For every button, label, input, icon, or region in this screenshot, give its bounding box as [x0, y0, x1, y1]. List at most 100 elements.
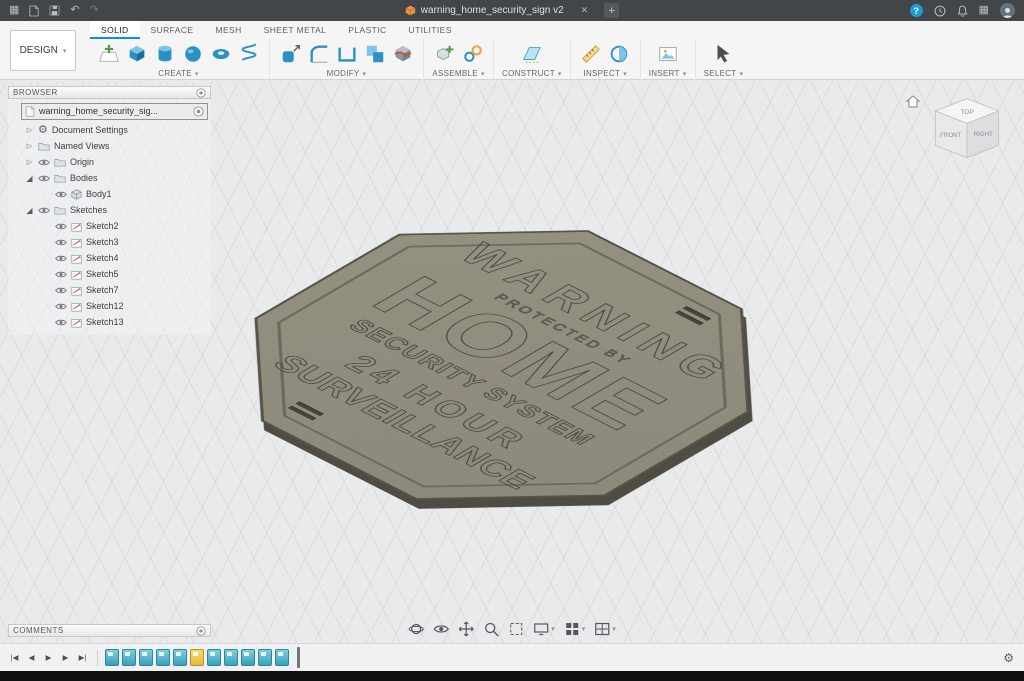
visibility-eye-icon[interactable]: [55, 286, 67, 295]
visibility-eye-icon[interactable]: [38, 158, 50, 167]
timeline-feature-sketch-icon[interactable]: [258, 649, 272, 666]
visibility-eye-icon[interactable]: [55, 190, 67, 199]
job-status-clock-icon[interactable]: [934, 5, 946, 17]
browser-item-sketch2[interactable]: Sketch2: [8, 218, 211, 234]
tab-utilities[interactable]: UTILITIES: [398, 21, 463, 39]
group-label-create[interactable]: CREATE ▾: [158, 69, 198, 78]
browser-item-bodies[interactable]: ◢ Bodies: [8, 170, 211, 186]
comments-panel-header[interactable]: COMMENTS: [8, 624, 211, 637]
tab-mesh[interactable]: MESH: [204, 21, 252, 39]
display-settings-button[interactable]: ▾: [533, 621, 555, 637]
home-icon[interactable]: [906, 95, 920, 108]
timeline-feature-sketch-icon[interactable]: [156, 649, 170, 666]
notifications-bell-icon[interactable]: [957, 5, 968, 17]
timeline-feature-sketch-icon[interactable]: [122, 649, 136, 666]
view-cube-front-label[interactable]: FRONT: [940, 132, 962, 139]
expand-caret-icon[interactable]: ▷: [25, 142, 34, 150]
file-icon[interactable]: [29, 5, 39, 17]
grid-settings-button[interactable]: ▾: [564, 621, 586, 637]
group-label-inspect[interactable]: INSPECT ▾: [583, 69, 627, 78]
user-avatar[interactable]: [1000, 3, 1015, 18]
browser-item-sketch4[interactable]: Sketch4: [8, 250, 211, 266]
browser-item-sketch3[interactable]: Sketch3: [8, 234, 211, 250]
browser-item-origin[interactable]: ▷ Origin: [8, 154, 211, 170]
zoom-icon[interactable]: [483, 621, 499, 637]
view-cube-graphic[interactable]: TOP FRONT RIGHT: [924, 89, 1010, 175]
browser-item-sketch5[interactable]: Sketch5: [8, 266, 211, 282]
press-pull-icon[interactable]: [278, 41, 303, 66]
viewports-button[interactable]: ▾: [594, 621, 616, 637]
visibility-eye-icon[interactable]: [38, 174, 50, 183]
browser-item-sketches[interactable]: ◢ Sketches: [8, 202, 211, 218]
construction-plane-icon[interactable]: [519, 41, 544, 66]
play-button[interactable]: ▶: [41, 650, 56, 665]
fillet-icon[interactable]: [306, 41, 331, 66]
collapse-panel-icon[interactable]: [196, 626, 206, 636]
timeline-feature-sketch-icon[interactable]: [275, 649, 289, 666]
new-component-icon[interactable]: [432, 41, 457, 66]
activate-component-radio[interactable]: [193, 106, 204, 117]
group-label-modify[interactable]: MODIFY ▾: [327, 69, 367, 78]
help-icon[interactable]: ?: [910, 4, 923, 17]
tab-sheet-metal[interactable]: SHEET METAL: [253, 21, 338, 39]
orbit-icon[interactable]: [408, 621, 424, 637]
group-label-select[interactable]: SELECT ▾: [704, 69, 744, 78]
new-tab-button[interactable]: +: [604, 3, 619, 18]
browser-item-document-settings[interactable]: ▷ ⚙ Document Settings: [8, 122, 211, 138]
view-cube[interactable]: TOP FRONT RIGHT: [906, 89, 1010, 177]
step-forward-button[interactable]: ▶: [58, 650, 73, 665]
select-cursor-icon[interactable]: [711, 41, 736, 66]
section-analysis-icon[interactable]: [607, 41, 632, 66]
view-cube-right-label[interactable]: RIGHT: [974, 131, 994, 138]
combine-icon[interactable]: [362, 41, 387, 66]
timeline-feature-sketch-icon[interactable]: [207, 649, 221, 666]
browser-panel-header[interactable]: BROWSER: [8, 86, 211, 99]
cylinder-icon[interactable]: [152, 41, 177, 66]
group-label-assemble[interactable]: ASSEMBLE ▾: [432, 69, 484, 78]
insert-canvas-icon[interactable]: [655, 41, 680, 66]
split-body-icon[interactable]: [390, 41, 415, 66]
tab-surface[interactable]: SURFACE: [140, 21, 205, 39]
collapse-caret-icon[interactable]: ◢: [25, 206, 34, 215]
browser-root-item[interactable]: warning_home_security_sig...: [21, 103, 208, 120]
timeline-feature-current-icon[interactable]: [190, 649, 204, 666]
shell-icon[interactable]: [334, 41, 359, 66]
timeline-feature-sketch-icon[interactable]: [139, 649, 153, 666]
joint-icon[interactable]: [460, 41, 485, 66]
group-label-construct[interactable]: CONSTRUCT ▾: [502, 69, 562, 78]
timeline-feature-sketch-icon[interactable]: [241, 649, 255, 666]
measure-icon[interactable]: [579, 41, 604, 66]
visibility-eye-icon[interactable]: [55, 238, 67, 247]
browser-item-sketch12[interactable]: Sketch12: [8, 298, 211, 314]
timeline-feature-sketch-icon[interactable]: [173, 649, 187, 666]
workspace-dropdown[interactable]: DESIGN ▾: [10, 30, 76, 71]
torus-icon[interactable]: [208, 41, 233, 66]
visibility-eye-icon[interactable]: [55, 270, 67, 279]
go-to-end-button[interactable]: ▶|: [75, 650, 90, 665]
view-cube-top-label[interactable]: TOP: [960, 109, 974, 116]
collapse-caret-icon[interactable]: ◢: [25, 174, 34, 183]
document-tab[interactable]: warning_home_security_sign v2 ✕: [405, 5, 588, 16]
visibility-eye-icon[interactable]: [38, 206, 50, 215]
browser-item-named-views[interactable]: ▷ Named Views: [8, 138, 211, 154]
undo-icon[interactable]: ↶: [70, 5, 79, 16]
browser-item-sketch7[interactable]: Sketch7: [8, 282, 211, 298]
step-back-button[interactable]: ◀: [24, 650, 39, 665]
save-icon[interactable]: [49, 5, 60, 16]
browser-item-body1[interactable]: Body1: [8, 186, 211, 202]
redo-icon[interactable]: ↷: [90, 5, 99, 16]
browser-item-sketch13[interactable]: Sketch13: [8, 314, 211, 330]
timeline-feature-sketch-icon[interactable]: [105, 649, 119, 666]
apps-grid-icon[interactable]: ▦: [9, 5, 19, 16]
create-sketch-icon[interactable]: [96, 41, 121, 66]
close-tab-icon[interactable]: ✕: [581, 5, 589, 16]
box-icon[interactable]: [124, 41, 149, 66]
visibility-eye-icon[interactable]: [55, 318, 67, 327]
sphere-icon[interactable]: [180, 41, 205, 66]
go-to-start-button[interactable]: |◀: [7, 650, 22, 665]
pan-icon[interactable]: [458, 621, 474, 637]
timeline-settings-gear-icon[interactable]: ⚙: [1003, 652, 1014, 664]
expand-caret-icon[interactable]: ▷: [25, 158, 34, 166]
look-at-icon[interactable]: [433, 623, 449, 635]
timeline-feature-sketch-icon[interactable]: [224, 649, 238, 666]
